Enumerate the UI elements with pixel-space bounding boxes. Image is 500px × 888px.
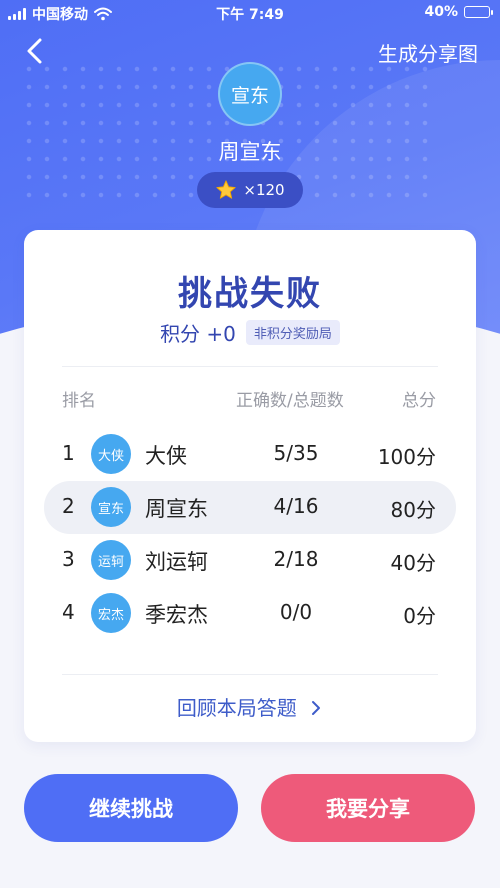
divider-bottom [62,674,438,675]
back-button[interactable] [20,34,54,68]
row-avatar: 宏杰 [91,593,131,633]
battery-icon [464,6,493,18]
score-badge: 非积分奖励局 [245,320,340,345]
row-correct: 0/0 [279,600,313,624]
row-rank: 2 [62,494,75,518]
result-card: 挑战失败 积分 +0 非积分奖励局 排名 正确数/总题数 总分 1 大侠 大侠 … [24,230,476,742]
battery-percent: 40% [424,4,458,20]
row-name: 大侠 [145,444,187,468]
row-avatar: 运轲 [91,540,131,580]
ranking-row: 1 大侠 大侠 5/35 100分 [24,428,476,481]
row-correct: 2/18 [273,547,319,571]
ranking-row: 4 宏杰 季宏杰 0/0 0分 [24,587,476,640]
header-rank: 排名 [62,391,96,411]
ranking-list: 1 大侠 大侠 5/35 100分 2 宣东 周宣东 4/16 80分 3 运轲… [24,428,476,640]
score-text: 积分 +0 [160,322,236,346]
row-rank: 3 [62,547,75,571]
row-total: 80分 [390,498,436,522]
ranking-row-current-user: 2 宣东 周宣东 4/16 80分 [44,481,456,534]
chevron-left-icon [27,38,42,64]
avatar: 宣东 [218,62,282,126]
share-button[interactable]: 我要分享 [261,774,475,842]
continue-challenge-button[interactable]: 继续挑战 [24,774,238,842]
row-correct: 4/16 [273,494,319,518]
row-name: 刘运轲 [145,550,208,574]
row-avatar: 宣东 [91,487,131,527]
row-name: 季宏杰 [145,603,208,627]
divider-top [62,366,438,367]
row-total: 0分 [403,604,436,628]
stars-badge: ×120 [197,172,303,208]
row-correct: 5/35 [273,441,319,465]
row-rank: 1 [62,441,75,465]
star-icon [216,180,237,199]
result-title: 挑战失败 [178,274,322,314]
score-line: 积分 +0 非积分奖励局 [24,318,476,347]
review-label: 回顾本局答题 [176,696,297,720]
status-bar: 中国移动 下午 7:49 40% [0,0,500,26]
header-correct: 正确数/总题数 [236,391,344,411]
username: 周宣东 [218,140,282,164]
row-name: 周宣东 [145,497,208,521]
generate-share-image-link[interactable]: 生成分享图 [378,38,478,67]
chevron-right-icon [312,701,321,715]
header-total: 总分 [402,391,436,411]
ranking-row: 3 运轲 刘运轲 2/18 40分 [24,534,476,587]
row-total: 100分 [377,445,436,469]
review-answers-link[interactable]: 回顾本局答题 [24,692,476,721]
row-total: 40分 [390,551,436,575]
row-rank: 4 [62,600,75,624]
row-avatar: 大侠 [91,434,131,474]
stars-count: ×120 [243,181,285,199]
